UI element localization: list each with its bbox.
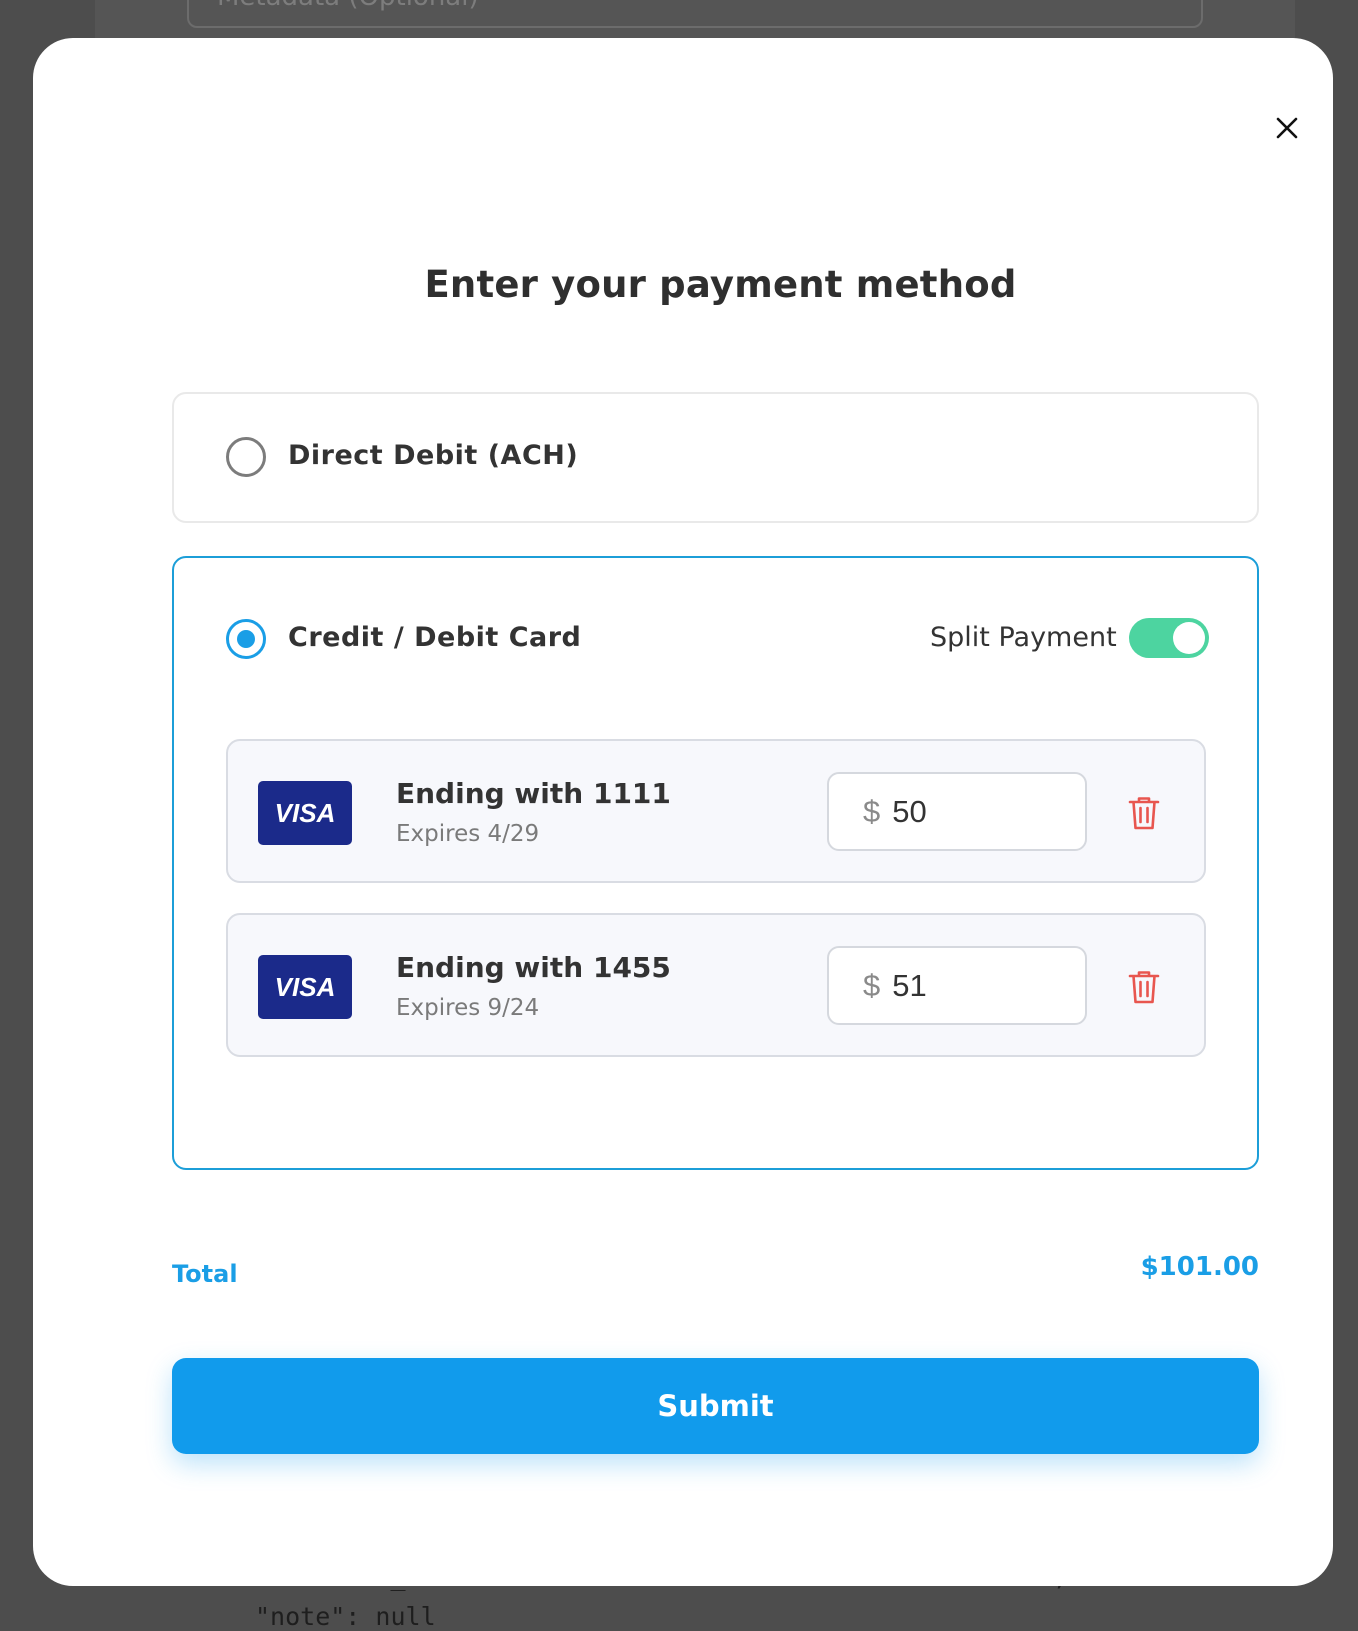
visa-logo-icon: VISA: [275, 800, 336, 826]
visa-logo: VISA: [258, 955, 352, 1019]
split-payment-toggle[interactable]: [1129, 618, 1209, 658]
saved-card-row: VISA Ending with 1111 Expires 4/29 $: [226, 739, 1206, 883]
amount-field[interactable]: $: [827, 946, 1087, 1025]
option-credit-debit-card[interactable]: Credit / Debit Card Split Payment VISA E…: [172, 556, 1259, 1170]
visa-logo-icon: VISA: [275, 974, 336, 1000]
option-label-direct-debit: Direct Debit (ACH): [288, 440, 579, 471]
amount-input[interactable]: [892, 793, 1043, 830]
option-direct-debit[interactable]: Direct Debit (ACH): [172, 392, 1259, 523]
card-name: Ending with 1111: [396, 777, 671, 810]
split-payment-label: Split Payment: [930, 622, 1117, 653]
option-label-credit-debit-card: Credit / Debit Card: [288, 622, 582, 653]
background-metadata-field: Metadata (Optional): [187, 0, 1203, 28]
total-label: Total: [172, 1260, 238, 1288]
radio-credit-debit-card[interactable]: [226, 619, 266, 659]
card-expiry: Expires 4/29: [396, 821, 540, 847]
payment-method-modal: Enter your payment method Direct Debit (…: [33, 38, 1333, 1586]
modal-title: Enter your payment method: [424, 263, 1017, 306]
amount-input[interactable]: [892, 967, 1043, 1004]
close-button[interactable]: [1266, 107, 1308, 149]
svg-text:VISA: VISA: [275, 800, 336, 826]
trash-icon: [1128, 797, 1160, 830]
background-code-line: "note": null: [255, 1602, 436, 1631]
delete-card-button[interactable]: [1124, 793, 1164, 833]
close-icon: [1276, 117, 1298, 139]
total-value: $101.00: [1140, 1252, 1259, 1282]
visa-logo: VISA: [258, 781, 352, 845]
currency-symbol: $: [863, 967, 881, 1003]
svg-text:VISA: VISA: [275, 974, 336, 1000]
amount-field[interactable]: $: [827, 772, 1087, 851]
radio-direct-debit[interactable]: [226, 437, 266, 477]
card-expiry: Expires 9/24: [396, 995, 540, 1021]
delete-card-button[interactable]: [1124, 967, 1164, 1007]
saved-card-row: VISA Ending with 1455 Expires 9/24 $: [226, 913, 1206, 1057]
trash-icon: [1128, 971, 1160, 1004]
submit-button[interactable]: Submit: [172, 1358, 1259, 1454]
currency-symbol: $: [863, 793, 881, 829]
card-name: Ending with 1455: [396, 951, 671, 984]
